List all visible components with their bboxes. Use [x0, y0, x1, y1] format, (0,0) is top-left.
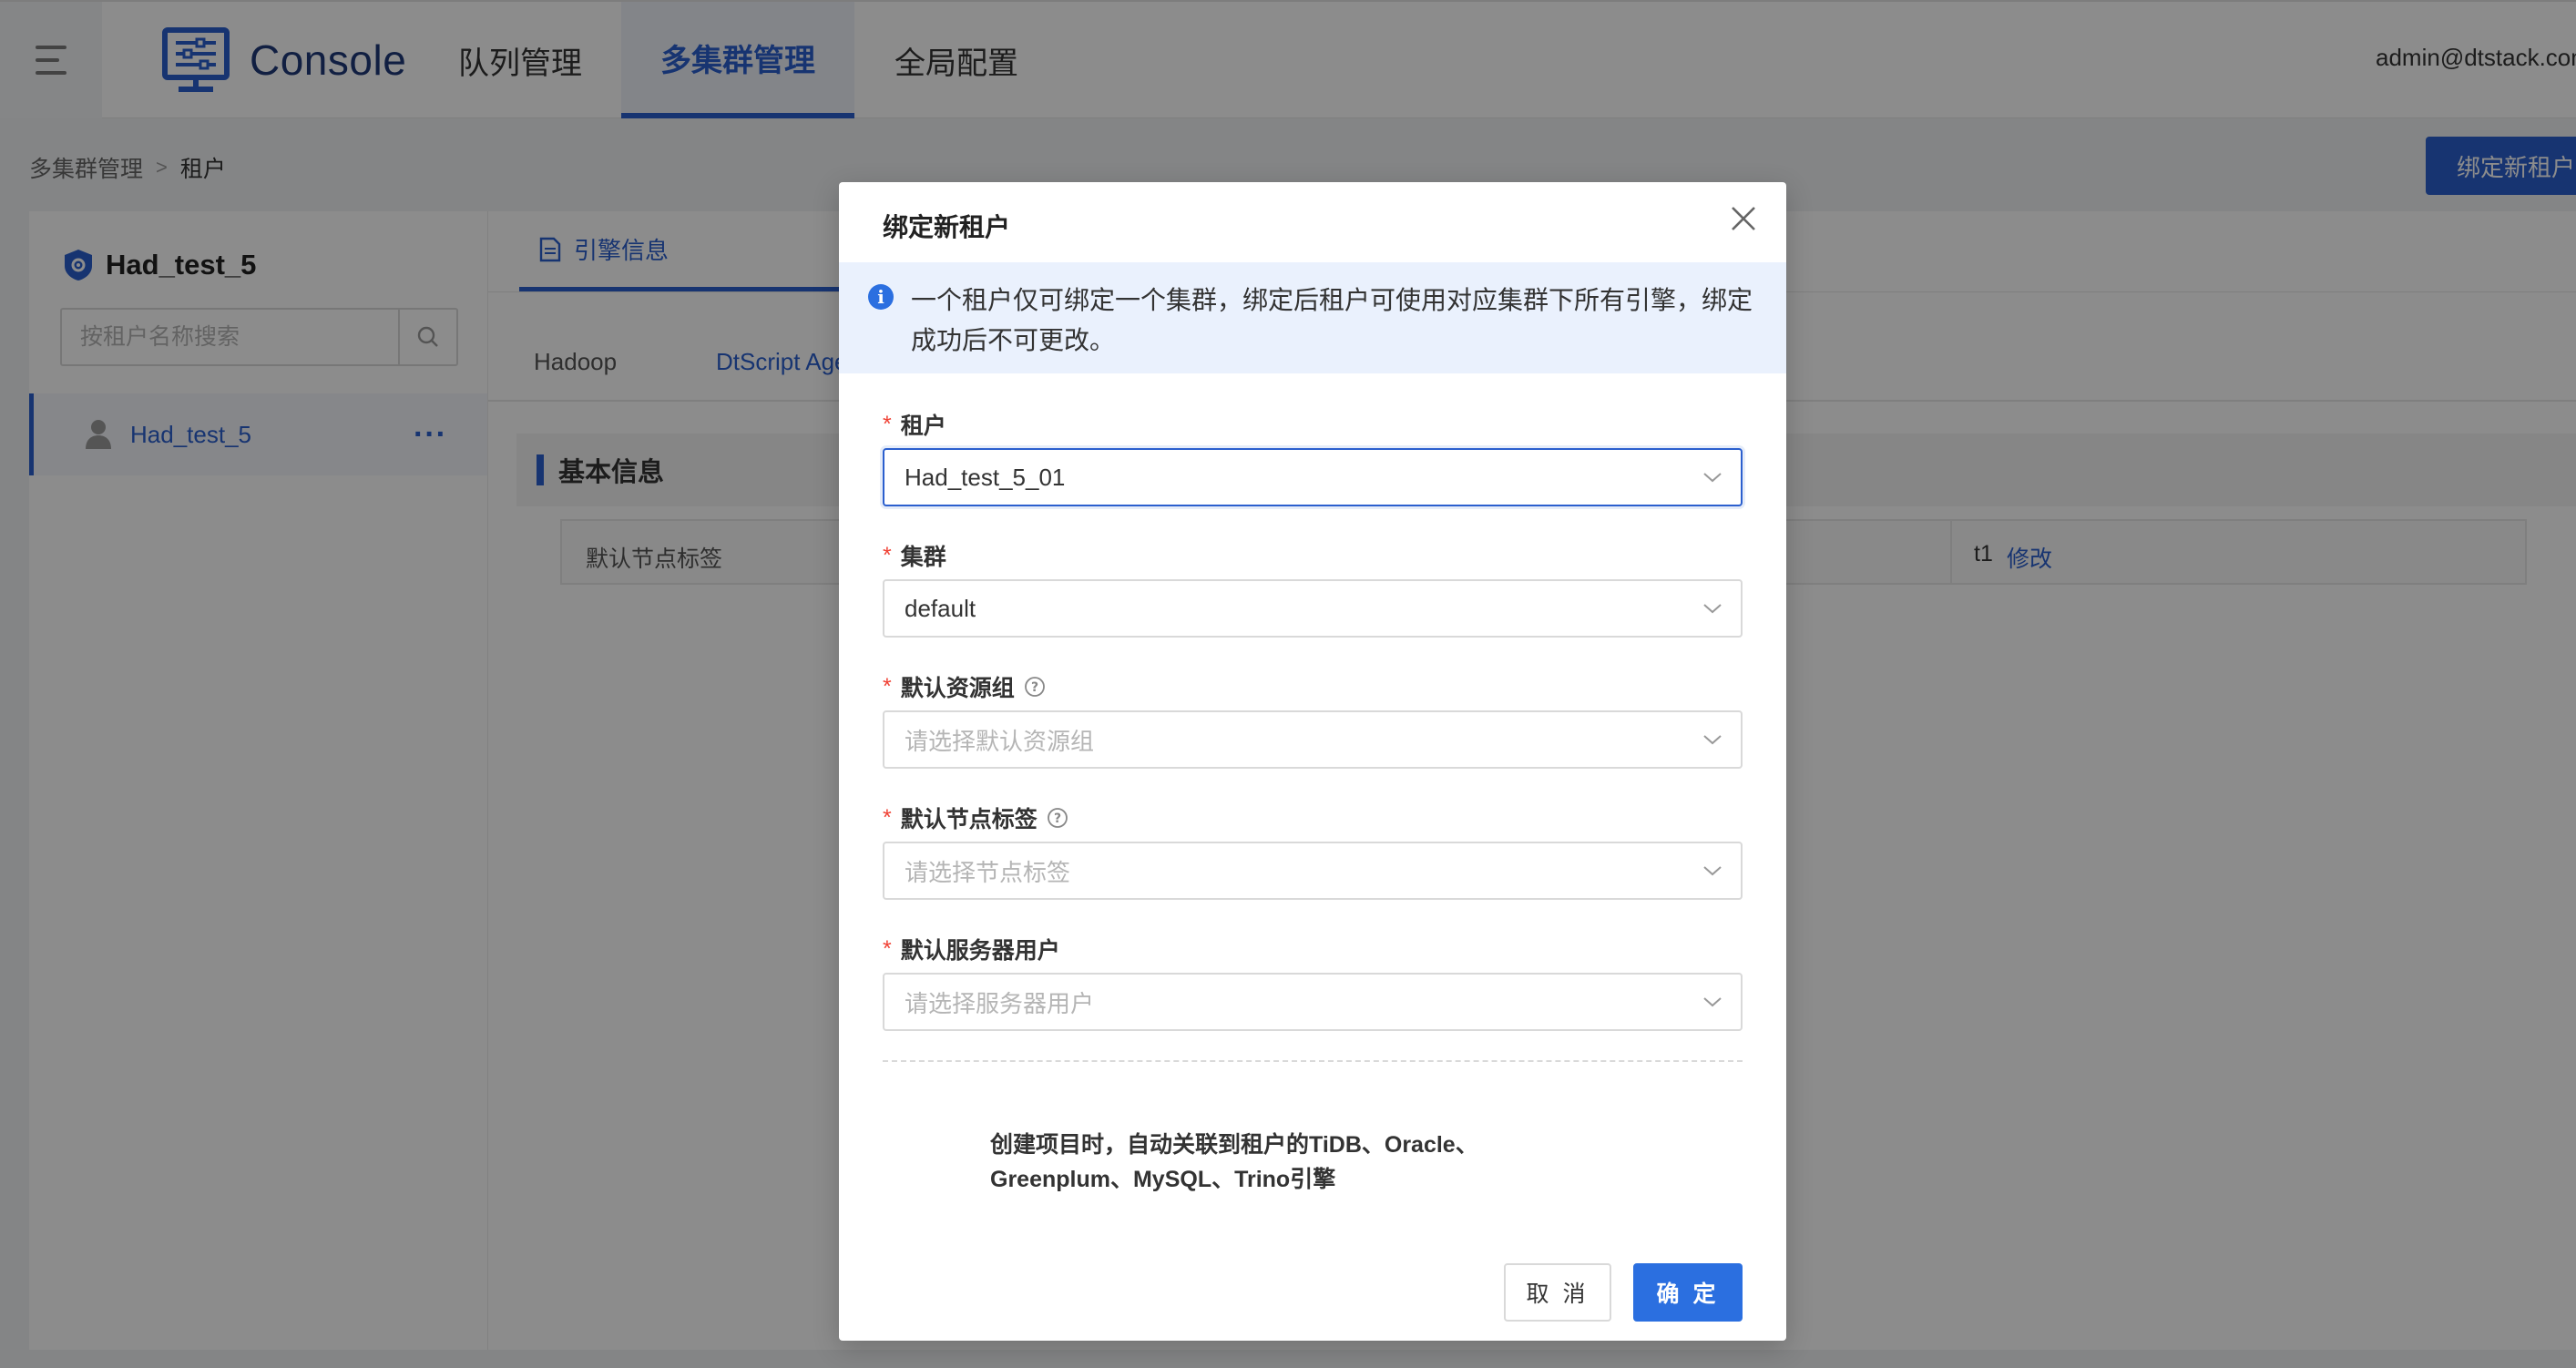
chevron-down-icon — [1703, 735, 1722, 745]
chevron-down-icon — [1703, 997, 1722, 1007]
bind-tenant-modal: 绑定新租户 i 一个租户仅可绑定一个集群，绑定后租户可使用对应集群下所有引擎，绑… — [839, 182, 1786, 1341]
server-user-field-label: * 默认服务器用户 — [883, 933, 1060, 965]
node-label-select[interactable]: 请选择节点标签 — [883, 842, 1743, 900]
resource-group-field-label: * 默认资源组 ? — [883, 670, 1046, 703]
required-mark: * — [883, 804, 892, 831]
alert-text: 一个租户仅可绑定一个集群，绑定后租户可使用对应集群下所有引擎，绑定成功后不可更改… — [911, 286, 1753, 354]
cluster-select[interactable]: default — [883, 579, 1743, 638]
server-user-placeholder: 请选择服务器用户 — [905, 989, 1095, 1017]
cluster-label-text: 集群 — [900, 545, 946, 570]
modal-title: 绑定新租户 — [883, 213, 1011, 241]
resource-group-placeholder: 请选择默认资源组 — [905, 727, 1095, 755]
tenant-label-text: 租户 — [900, 413, 946, 439]
tenant-field-label: * 租户 — [883, 408, 946, 441]
resource-group-label-text: 默认资源组 — [900, 676, 1015, 701]
chevron-down-icon — [1703, 866, 1722, 876]
help-icon[interactable]: ? — [1024, 676, 1046, 698]
node-label-label-text: 默认节点标签 — [900, 807, 1038, 832]
chevron-down-icon — [1703, 604, 1722, 614]
confirm-button[interactable]: 确 定 — [1633, 1263, 1743, 1322]
required-mark: * — [883, 411, 892, 437]
dashed-divider — [883, 1060, 1743, 1062]
info-icon: i — [868, 284, 894, 310]
tenant-select-value: Had_test_5_01 — [905, 463, 1066, 491]
server-user-label-text: 默认服务器用户 — [900, 938, 1060, 964]
cluster-select-value: default — [905, 594, 976, 622]
cancel-button[interactable]: 取 消 — [1504, 1263, 1611, 1322]
chevron-down-icon — [1703, 473, 1722, 483]
svg-text:?: ? — [1054, 812, 1061, 826]
info-alert: i 一个租户仅可绑定一个集群，绑定后租户可使用对应集群下所有引擎，绑定成功后不可… — [839, 262, 1786, 373]
node-label-placeholder: 请选择节点标签 — [905, 858, 1071, 886]
auto-link-note: 创建项目时，自动关联到租户的TiDB、Oracle、Greenplum、MySQ… — [990, 1132, 1478, 1192]
required-mark: * — [883, 542, 892, 568]
required-mark: * — [883, 935, 892, 962]
resource-group-select[interactable]: 请选择默认资源组 — [883, 710, 1743, 769]
server-user-select[interactable]: 请选择服务器用户 — [883, 973, 1743, 1031]
close-icon[interactable] — [1727, 202, 1760, 235]
cluster-field-label: * 集群 — [883, 539, 946, 572]
help-icon[interactable]: ? — [1047, 807, 1068, 829]
tenant-select[interactable]: Had_test_5_01 — [883, 448, 1743, 506]
required-mark: * — [883, 673, 892, 699]
node-label-field-label: * 默认节点标签 ? — [883, 801, 1068, 834]
svg-text:?: ? — [1031, 680, 1038, 695]
